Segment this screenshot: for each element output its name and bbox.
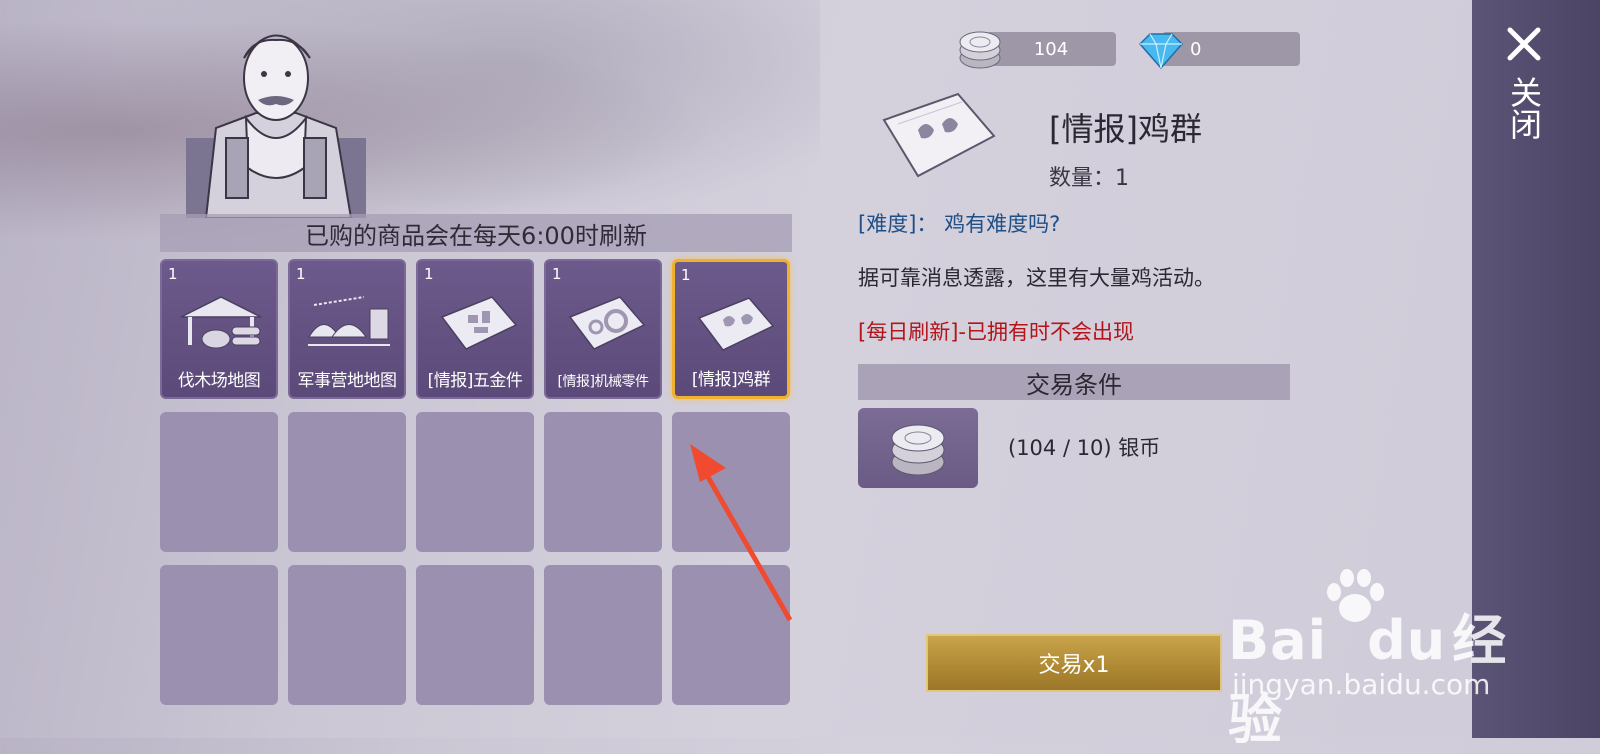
watermark-brand-a: Bai <box>1228 609 1328 672</box>
trade-conditions-label: 交易条件 <box>1026 370 1122 399</box>
item-quantity: 1 <box>168 265 178 283</box>
shop-item-military-camp-map[interactable]: 1 军事营地地图 <box>288 259 406 399</box>
item-name: 伐木场地图 <box>177 371 261 391</box>
difficulty-separator: ： <box>916 212 938 236</box>
item-quantity: 1 <box>296 265 306 283</box>
close-button[interactable]: 关闭 <box>1504 76 1544 140</box>
empty-slot <box>160 412 278 552</box>
item-count: 数量：1 <box>1049 166 1129 191</box>
silver-coin-icon <box>959 31 1001 69</box>
difficulty-label: [难度] <box>858 212 917 236</box>
refresh-notice-bar: 已购的商品会在每天6:00时刷新 <box>160 214 792 252</box>
diamond-amount: 0 <box>1190 38 1202 60</box>
shop-item-lumber-mill-map[interactable]: 1 伐木场地图 <box>160 259 278 399</box>
trade-button-label: 交易x1 <box>1038 653 1110 678</box>
close-icon[interactable] <box>1504 24 1544 64</box>
intel-hardware-icon <box>440 296 518 350</box>
shop-item-intel-machine-parts[interactable]: 1 [情报]机械零件 <box>544 259 662 399</box>
lumber-mill-map-icon <box>180 296 262 349</box>
silver-currency: 104 <box>956 31 1116 69</box>
empty-slot <box>160 565 278 705</box>
military-camp-map-icon <box>308 296 390 346</box>
merchant-portrait <box>186 34 366 218</box>
difficulty-value: 鸡有难度吗? <box>944 212 1061 236</box>
empty-slot <box>288 412 406 552</box>
baidu-watermark: Bai du 经验 jingyan.baidu.com <box>1228 568 1528 751</box>
shop-item-intel-hardware[interactable]: 1 [情报]五金件 <box>416 259 534 399</box>
selected-item-icon <box>882 92 996 178</box>
watermark-brand-b: du <box>1367 609 1447 672</box>
difficulty-line: [难度]： 鸡有难度吗? <box>858 208 1060 238</box>
item-description: 据可靠消息透露，这里有大量鸡活动。 <box>858 266 1215 290</box>
item-name: 军事营地地图 <box>297 371 398 391</box>
empty-slot <box>544 412 662 552</box>
silver-coin-icon <box>891 424 945 476</box>
item-quantity: 1 <box>424 265 434 283</box>
diamond-currency: 0 <box>1136 32 1300 70</box>
daily-refresh-note: [每日刷新]-已拥有时不会出现 <box>858 320 1134 344</box>
empty-slot <box>288 565 406 705</box>
trade-button[interactable]: 交易x1 <box>926 634 1222 692</box>
item-title: [情报]鸡群 <box>1049 110 1202 148</box>
watermark-url: jingyan.baidu.com <box>1232 668 1491 701</box>
silver-amount-bar: 104 <box>986 32 1116 66</box>
refresh-notice-text: 已购的商品会在每天6:00时刷新 <box>305 221 647 250</box>
empty-slot <box>544 565 662 705</box>
annotation-arrow <box>690 444 793 622</box>
silver-amount: 104 <box>1033 38 1069 60</box>
trade-conditions-header: 交易条件 <box>858 364 1290 400</box>
item-name: [情报]鸡群 <box>691 370 771 390</box>
empty-slot <box>416 412 534 552</box>
intel-machine-parts-icon <box>568 296 646 350</box>
diamond-icon <box>1138 33 1184 70</box>
cost-requirement: (104 / 10) 银币 <box>1008 436 1161 460</box>
item-name: [情报]五金件 <box>427 371 523 391</box>
item-quantity: 1 <box>552 265 562 283</box>
item-name: [情报]机械零件 <box>557 374 649 390</box>
intel-chickens-icon <box>697 297 775 351</box>
empty-slot <box>416 565 534 705</box>
cost-item-slot <box>858 408 978 488</box>
shop-item-intel-chickens[interactable]: 1 [情报]鸡群 <box>672 259 790 399</box>
item-quantity: 1 <box>681 266 691 284</box>
